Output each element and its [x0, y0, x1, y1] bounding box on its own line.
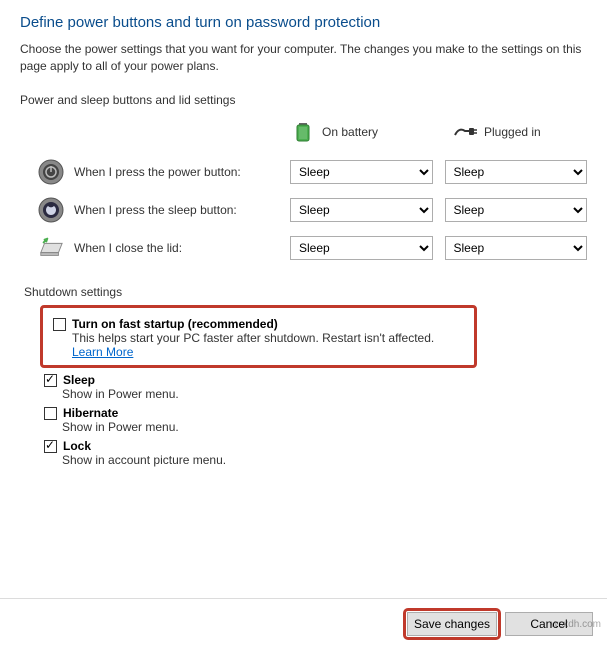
plugged-column-header: Plugged in [452, 119, 602, 145]
fast-startup-desc: This helps start your PC faster after sh… [72, 331, 468, 359]
page-subtitle: Choose the power settings that you want … [20, 41, 587, 75]
section-buttons-label: Power and sleep buttons and lid settings [20, 93, 587, 107]
footer: Save changes Cancel [0, 598, 607, 648]
cancel-button[interactable]: Cancel [505, 612, 593, 636]
power-button-plugged-select[interactable]: Do nothingSleepHibernateShut down [445, 160, 588, 184]
power-button-icon [38, 159, 64, 185]
sleep-checkbox[interactable] [44, 374, 57, 387]
row-label-sleep: When I press the sleep button: [74, 203, 237, 217]
lock-checkbox[interactable] [44, 440, 57, 453]
fast-startup-title: Turn on fast startup (recommended) [72, 317, 468, 331]
row-label-power: When I press the power button: [74, 165, 241, 179]
sleep-button-icon [38, 197, 64, 223]
sleep-button-battery-select[interactable]: Do nothingSleepHibernateShut down [290, 198, 433, 222]
shutdown-settings-label: Shutdown settings [20, 285, 587, 299]
column-headers: On battery Plugged in [20, 113, 587, 153]
row-sleep-button: When I press the sleep button: Do nothin… [20, 191, 587, 229]
close-lid-plugged-select[interactable]: Do nothingSleepHibernateShut down [445, 236, 588, 260]
save-changes-button[interactable]: Save changes [407, 612, 497, 636]
lock-option-title: Lock [63, 439, 587, 453]
sleep-option-title: Sleep [63, 373, 587, 387]
close-lid-battery-select[interactable]: Do nothingSleepHibernateShut down [290, 236, 433, 260]
fast-startup-highlight: Turn on fast startup (recommended) This … [40, 305, 477, 368]
hibernate-option-title: Hibernate [63, 406, 587, 420]
row-power-button: When I press the power button: Do nothin… [20, 153, 587, 191]
battery-icon [290, 119, 316, 145]
plug-icon [452, 119, 478, 145]
battery-column-header: On battery [290, 119, 440, 145]
power-button-battery-select[interactable]: Do nothingSleepHibernateShut down [290, 160, 433, 184]
sleep-option-desc: Show in Power menu. [20, 387, 587, 401]
lock-option-desc: Show in account picture menu. [20, 453, 587, 467]
hibernate-option-desc: Show in Power menu. [20, 420, 587, 434]
laptop-lid-icon [38, 235, 64, 261]
hibernate-checkbox[interactable] [44, 407, 57, 420]
row-label-lid: When I close the lid: [74, 241, 182, 255]
fast-startup-checkbox[interactable] [53, 318, 66, 331]
sleep-button-plugged-select[interactable]: Do nothingSleepHibernateShut down [445, 198, 588, 222]
row-close-lid: When I close the lid: Do nothingSleepHib… [20, 229, 587, 267]
learn-more-link[interactable]: Learn More [72, 345, 133, 359]
save-button-highlight: Save changes [407, 612, 497, 636]
page-title: Define power buttons and turn on passwor… [20, 14, 587, 31]
